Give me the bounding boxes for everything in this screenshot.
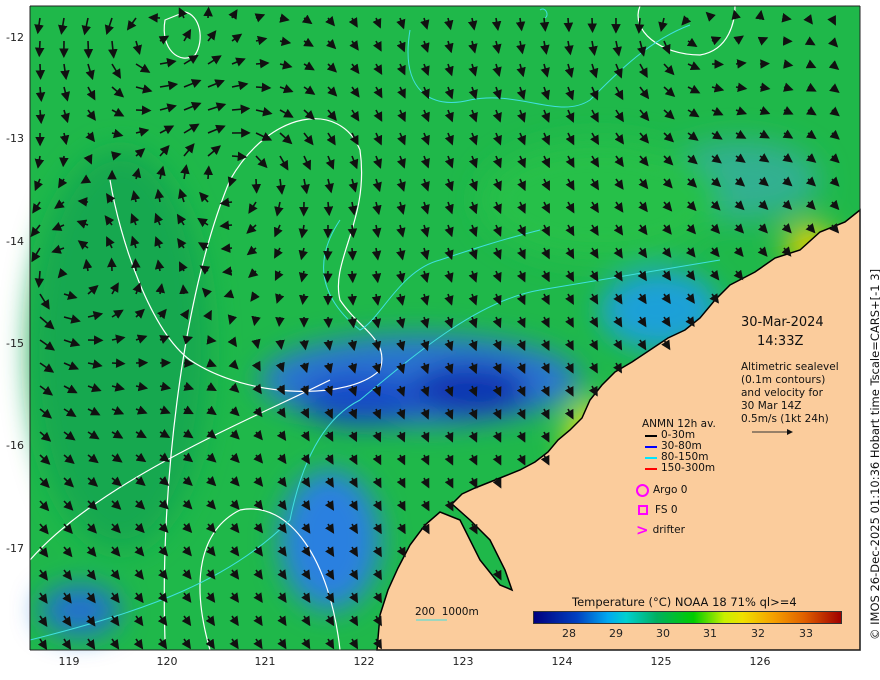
velocity-arrow [781,12,792,23]
velocity-arrow [347,270,357,284]
bathymetry-scale: 200 1000m [415,606,479,618]
velocity-arrow [347,247,358,261]
velocity-arrow [77,197,89,207]
circle-icon [636,483,649,497]
time-label: 14:33Z [757,334,804,349]
colorbar-tick: 33 [799,627,813,640]
description-line: Altimetric sealevel [741,361,839,373]
mooring-legend: ANMN 12h av. 0-30m 30-80m 80-150m 150-30… [642,419,716,474]
velocity-arrow [255,82,272,93]
colorbar-tick: 30 [656,627,670,640]
date-time-box: 30-Mar-2024 14:33Z [741,313,824,351]
velocity-arrow [35,63,46,80]
velocity-arrow [203,165,214,180]
description-line: (0.1m contours) [741,374,826,386]
velocity-arrow [111,358,126,369]
legend-item: Argo 0 [636,480,687,500]
arrow-icon [645,445,657,448]
arrow-icon [645,467,657,470]
velocity-arrow [255,58,270,69]
velocity-arrow [587,17,598,34]
lon-tick: 123 [452,655,474,668]
arrow-icon [645,456,657,459]
date-label: 30-Mar-2024 [741,315,824,330]
legend-label: Argo 0 [653,484,688,496]
arrow-icon [645,434,657,437]
observation-legend: Argo 0 FS 0 > drifter [636,480,687,540]
legend-item: > drifter [636,520,687,540]
lon-tick: 124 [551,655,573,668]
velocity-arrow [275,316,285,328]
lat-tick: -14 [6,235,24,248]
velocity-arrow [220,243,233,253]
lon-tick: 125 [650,655,672,668]
description-line: and velocity for [741,387,823,399]
velocity-arrow [59,155,69,168]
velocity-arrow [222,266,233,276]
colorbar-tick: 28 [562,627,576,640]
legend-label: FS 0 [655,504,678,516]
lon-tick: 120 [156,655,178,668]
colorbar-tick: 29 [609,627,623,640]
colorbar [533,611,842,624]
lat-tick: -15 [6,337,24,350]
velocity-arrow [634,17,645,34]
velocity-arrow [135,105,152,116]
colorbar-tick: 32 [751,627,765,640]
velocity-arrow [179,284,189,295]
colorbar-tick: 31 [703,627,717,640]
square-icon [638,505,648,515]
legend-label: 150-300m [661,462,716,474]
velocity-arrow [735,59,747,69]
lat-tick: -16 [6,439,24,452]
description-line: 0.5m/s (1kt 24h) [741,413,829,425]
colorbar-title: Temperature (°C) NOAA 18 71% ql>=4 [572,595,797,609]
velocity-arrow [34,40,45,58]
lon-tick: 126 [749,655,771,668]
velocity-arrow [206,335,217,345]
velocity-arrow [563,17,574,33]
velocity-arrow [755,9,765,21]
velocity-arrow [131,258,141,272]
velocity-arrow [203,6,213,19]
legend-item: 150-300m [642,463,716,474]
velocity-arrow [231,151,248,162]
velocity-arrow [148,13,161,23]
lat-tick: -17 [6,542,24,555]
description-line: 30 Mar 14Z [741,400,802,412]
velocity-arrow [251,178,262,194]
velocity-arrow [323,316,333,329]
velocity-arrow [183,358,195,368]
lon-tick: 122 [353,655,375,668]
credit-text: © IMOS 26-Dec-2025 01:10:36 Hobart time … [868,268,880,640]
legend-label: drifter [652,524,685,536]
velocity-arrow [347,293,358,306]
sst-map-figure: -12 -13 -14 -15 -16 -17 119 120 121 122 … [0,0,880,680]
description: Altimetric sealevel (0.1m contours) and … [741,361,839,426]
legend-item: FS 0 [636,500,687,520]
lon-tick: 119 [58,655,80,668]
velocity-arrow [323,270,333,284]
chevron-icon: > [636,521,649,539]
lon-tick: 121 [254,655,276,668]
velocity-arrow [219,220,233,231]
velocity-arrow [83,40,94,59]
velocity-arrow [323,247,333,261]
lat-tick: -13 [6,132,24,145]
lat-tick: -12 [6,31,24,44]
